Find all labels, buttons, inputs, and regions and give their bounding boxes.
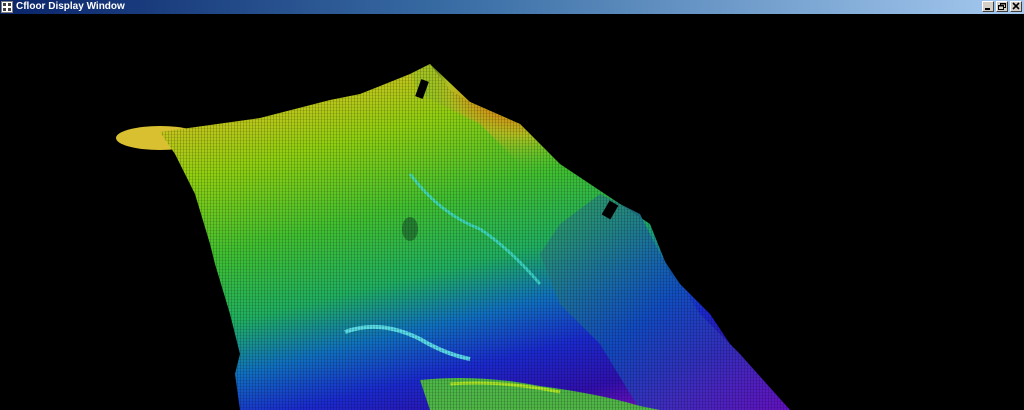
bathymetry-display-canvas[interactable]	[0, 14, 1024, 410]
seafloor-surface-render	[116, 64, 790, 410]
window-title: Cfloor Display Window	[16, 1, 125, 12]
minimize-icon	[985, 8, 990, 10]
cfloor-display-window: Cfloor Display Window	[0, 0, 1024, 410]
restore-icon	[998, 3, 1006, 10]
title-bar[interactable]: Cfloor Display Window	[0, 0, 1024, 14]
app-icon[interactable]	[1, 1, 13, 13]
close-icon	[1012, 2, 1020, 10]
close-button[interactable]	[1010, 1, 1022, 12]
window-controls	[982, 1, 1022, 12]
minimize-button[interactable]	[982, 1, 994, 12]
restore-button[interactable]	[996, 1, 1008, 12]
